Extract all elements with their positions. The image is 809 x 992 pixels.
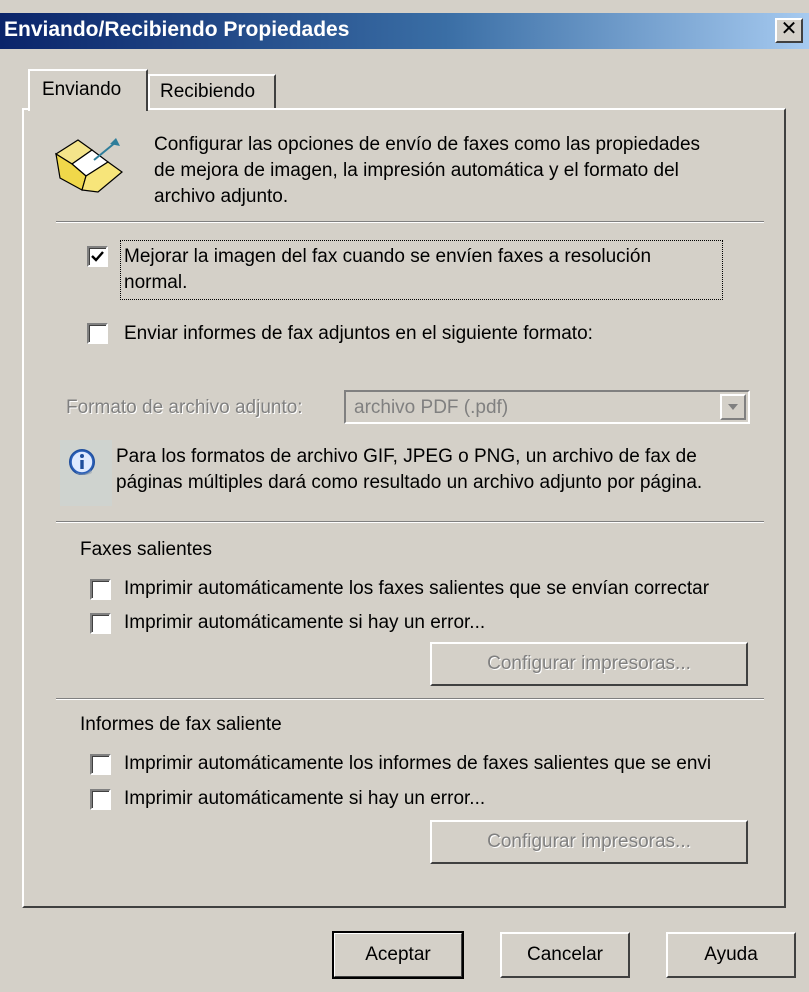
- help-button[interactable]: Ayuda: [666, 932, 796, 978]
- chevron-down-icon[interactable]: [720, 394, 746, 420]
- print-reports-label[interactable]: Imprimir automáticamente los informes de…: [124, 753, 774, 775]
- print-reports-error-label[interactable]: Imprimir automáticamente si hay un error…: [124, 788, 485, 810]
- enhance-image-label-2[interactable]: normal.: [124, 272, 187, 294]
- attach-reports-checkbox[interactable]: [87, 323, 108, 344]
- ok-button[interactable]: Aceptar: [332, 931, 464, 979]
- info-icon: [66, 446, 98, 478]
- print-outgoing-error-label[interactable]: Imprimir automáticamente si hay un error…: [124, 612, 485, 634]
- separator-3: [56, 698, 764, 700]
- enhance-image-checkbox[interactable]: [87, 246, 108, 267]
- configure-printers-button-2[interactable]: Configurar impresoras...: [430, 820, 748, 864]
- intro-line-3: archivo adjunto.: [154, 186, 289, 207]
- configure-printers-label-2: Configurar impresoras...: [487, 831, 691, 852]
- print-outgoing-label[interactable]: Imprimir automáticamente los faxes salie…: [124, 578, 774, 600]
- attachment-format-label: Formato de archivo adjunto:: [66, 397, 303, 418]
- configure-printers-button-1[interactable]: Configurar impresoras...: [430, 642, 748, 686]
- intro-line-1: Configurar las opciones de envío de faxe…: [154, 134, 701, 155]
- help-label: Ayuda: [704, 944, 758, 965]
- cancel-button[interactable]: Cancelar: [500, 932, 630, 978]
- attach-reports-label[interactable]: Enviar informes de fax adjuntos en el si…: [124, 323, 593, 345]
- info-line-1: Para los formatos de archivo GIF, JPEG o…: [116, 446, 697, 467]
- separator-2: [56, 521, 764, 523]
- enhance-image-label-1[interactable]: Mejorar la imagen del fax cuando se enví…: [124, 246, 651, 268]
- outgoing-reports-heading: Informes de fax saliente: [80, 714, 282, 735]
- cancel-label: Cancelar: [526, 944, 604, 965]
- checkmark-icon: [91, 251, 104, 262]
- ok-label: Aceptar: [365, 944, 431, 965]
- print-outgoing-checkbox[interactable]: [90, 579, 111, 600]
- configure-printers-label-1: Configurar impresoras...: [487, 653, 691, 674]
- folder-send-icon: [52, 132, 128, 198]
- separator-1: [56, 221, 764, 223]
- print-reports-checkbox[interactable]: [90, 754, 111, 775]
- attachment-format-value: archivo PDF (.pdf): [354, 397, 509, 418]
- info-line-2: páginas múltiples dará como resultado un…: [116, 472, 703, 493]
- intro-line-2: de mejora de imagen, la impresión automá…: [154, 160, 679, 181]
- attachment-format-select[interactable]: archivo PDF (.pdf): [344, 390, 750, 424]
- properties-dialog: Enviando/Recibiendo Propiedades ✕ Envian…: [0, 0, 809, 992]
- panel-content: Configurar las opciones de envío de faxe…: [0, 0, 809, 992]
- print-reports-error-checkbox[interactable]: [90, 789, 111, 810]
- print-outgoing-error-checkbox[interactable]: [90, 613, 111, 634]
- outgoing-faxes-heading: Faxes salientes: [80, 539, 213, 560]
